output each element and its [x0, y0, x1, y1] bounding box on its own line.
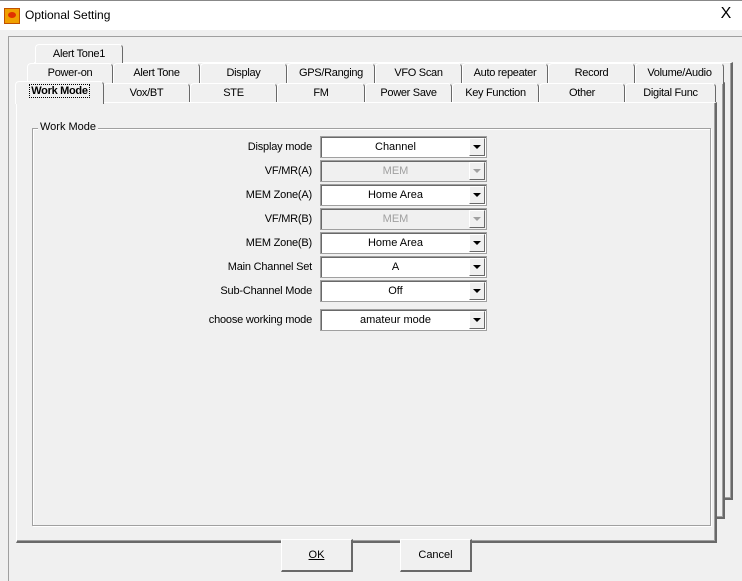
- tab-label: Record: [574, 67, 609, 79]
- tab-label: Alert Tone: [133, 67, 180, 79]
- tab-label: Power-on: [47, 67, 93, 79]
- tab-label: VFO Scan: [394, 67, 443, 79]
- chevron-down-icon[interactable]: [469, 282, 485, 300]
- tab-key-function[interactable]: Key Function: [452, 83, 539, 104]
- tab-label: Key Function: [465, 87, 526, 99]
- vf-mr-a-label: VF/MR(A): [264, 165, 312, 177]
- group-title: Work Mode: [38, 121, 99, 133]
- tab-record[interactable]: Record: [548, 63, 635, 84]
- tab-label: Auto repeater: [473, 67, 537, 79]
- vf-mr-a-select: MEM: [320, 160, 487, 182]
- tab-label: Digital Func: [643, 87, 698, 99]
- chevron-down-icon[interactable]: [469, 138, 485, 156]
- tab-alert-tone1[interactable]: Alert Tone1: [35, 44, 123, 65]
- tab-vox-bt[interactable]: Vox/BT: [103, 83, 190, 104]
- selected-value: Home Area: [367, 237, 424, 249]
- tab-fm[interactable]: FM: [277, 83, 365, 104]
- tab-auto-repeater[interactable]: Auto repeater: [462, 63, 548, 84]
- close-button[interactable]: X: [714, 5, 738, 23]
- ok-button[interactable]: OK: [281, 539, 353, 572]
- selected-value: Off: [388, 285, 403, 297]
- tab-ste[interactable]: STE: [190, 83, 277, 104]
- selected-value: MEM: [382, 165, 409, 177]
- tab-gps-ranging[interactable]: GPS/Ranging: [287, 63, 375, 84]
- app-icon: [4, 8, 20, 24]
- tab-digital-func[interactable]: Digital Func: [625, 83, 716, 104]
- chevron-down-icon[interactable]: [469, 311, 485, 329]
- chevron-down-icon[interactable]: [469, 258, 485, 276]
- cancel-button[interactable]: Cancel: [400, 539, 472, 572]
- tab-label: Display: [226, 67, 261, 79]
- mem-zone-a-label: MEM Zone(A): [245, 189, 312, 201]
- chevron-down-icon[interactable]: [469, 186, 485, 204]
- sub-channel-mode-label: Sub-Channel Mode: [220, 285, 312, 297]
- selected-value: A: [391, 261, 400, 273]
- tab-label: GPS/Ranging: [299, 67, 363, 79]
- selected-value: Home Area: [367, 189, 424, 201]
- tab-other[interactable]: Other: [539, 83, 625, 104]
- selected-value: amateur mode: [360, 314, 431, 326]
- vf-mr-b-select: MEM: [320, 208, 487, 230]
- tab-label: Alert Tone1: [52, 48, 106, 60]
- choose-working-mode-select[interactable]: amateur mode: [320, 309, 487, 331]
- tab-label: Volume/Audio: [647, 67, 712, 79]
- mem-zone-a-select[interactable]: Home Area: [320, 184, 487, 206]
- main-channel-set-label: Main Channel Set: [227, 261, 312, 273]
- tab-alert-tone[interactable]: Alert Tone: [113, 63, 200, 84]
- sub-channel-mode-select[interactable]: Off: [320, 280, 487, 302]
- mem-zone-b-select[interactable]: Home Area: [320, 232, 487, 254]
- tab-label: Vox/BT: [129, 87, 164, 99]
- chevron-down-icon: [469, 162, 485, 180]
- tab-label: Power Save: [380, 87, 437, 99]
- tab-work-mode[interactable]: Work Mode: [15, 81, 104, 104]
- display-mode-label: Display mode: [247, 141, 312, 153]
- display-mode-select[interactable]: Channel: [320, 136, 487, 158]
- window-title: Optional Setting: [25, 8, 111, 22]
- tab-label: FM: [313, 87, 329, 99]
- mem-zone-b-label: MEM Zone(B): [245, 237, 312, 249]
- chevron-down-icon[interactable]: [469, 234, 485, 252]
- tab-display[interactable]: Display: [200, 63, 287, 84]
- tab-label: Other: [568, 87, 595, 99]
- tab-power-save[interactable]: Power Save: [365, 83, 452, 104]
- tab-label: Work Mode: [29, 84, 90, 98]
- choose-working-mode-label: choose working mode: [208, 314, 312, 326]
- tab-vfo-scan[interactable]: VFO Scan: [375, 63, 462, 84]
- selected-value: Channel: [375, 141, 416, 153]
- tab-volume-audio[interactable]: Volume/Audio: [635, 63, 724, 84]
- tab-label: STE: [223, 87, 244, 99]
- ok-label: OK: [308, 549, 325, 561]
- cancel-label: Cancel: [418, 549, 453, 561]
- vf-mr-b-label: VF/MR(B): [264, 213, 312, 225]
- title-bar: Optional Setting X: [0, 0, 742, 30]
- chevron-down-icon: [469, 210, 485, 228]
- selected-value: MEM: [382, 213, 409, 225]
- main-channel-set-select[interactable]: A: [320, 256, 487, 278]
